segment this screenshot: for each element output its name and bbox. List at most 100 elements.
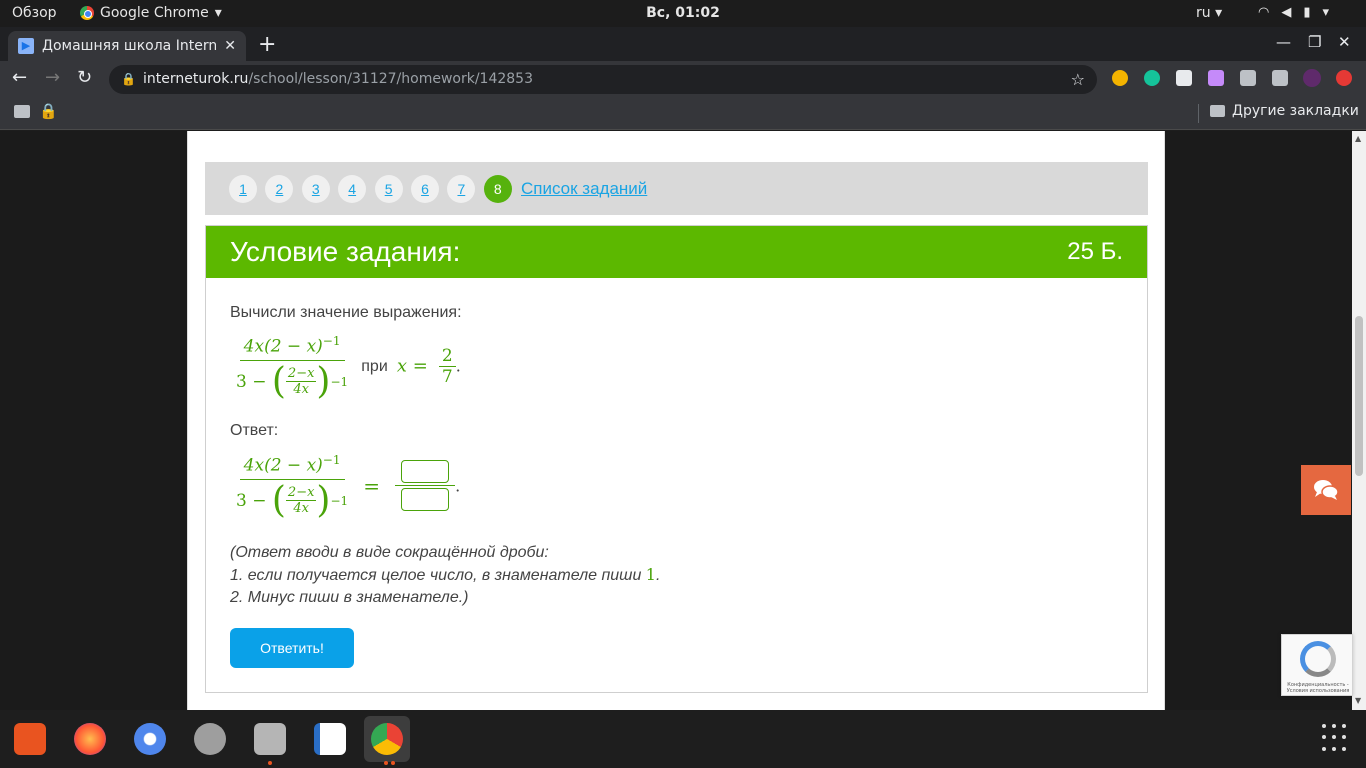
- folder-icon[interactable]: [14, 105, 30, 118]
- running-indicator: [268, 761, 272, 765]
- answer-period: .: [455, 476, 461, 496]
- chrome-launcher[interactable]: [364, 716, 410, 762]
- recaptcha-badge[interactable]: Конфиденциальность - Условия использован…: [1281, 634, 1353, 696]
- url-path: /school/lesson/31127/homework/142853: [248, 71, 533, 87]
- task-number-1[interactable]: 1: [229, 175, 257, 203]
- paren-open: (: [271, 479, 286, 521]
- chrome-icon: [371, 723, 403, 755]
- folder-icon: [1210, 105, 1225, 117]
- task-number-5[interactable]: 5: [374, 175, 403, 203]
- task-number-4[interactable]: 4: [338, 175, 367, 203]
- task-card: Условие задания: 25 Б. Вычисли значение …: [205, 225, 1148, 693]
- answer-numerator-exponent: −1: [322, 453, 341, 467]
- answer-numerator: 4x(2 − x)−1: [239, 453, 345, 480]
- variable-equals: x =: [396, 355, 428, 377]
- close-window-icon[interactable]: ✕: [1338, 33, 1351, 51]
- paren-close: ): [316, 360, 331, 402]
- submit-answer-button[interactable]: Ответить!: [230, 628, 354, 668]
- answer-fraction-bar: [395, 485, 456, 487]
- bookmark-star-icon[interactable]: ☆: [1071, 65, 1085, 94]
- paren-open: (: [271, 360, 286, 402]
- task-list-link[interactable]: Список заданий: [521, 179, 647, 199]
- task-header: Условие задания: 25 Б.: [206, 226, 1147, 278]
- extensions-puzzle-icon[interactable]: [1240, 70, 1256, 86]
- grammarly-extension-icon[interactable]: [1144, 70, 1160, 86]
- files-icon: [254, 723, 286, 755]
- bookmarks-divider: [1198, 104, 1199, 123]
- files-launcher[interactable]: [247, 716, 293, 762]
- expression-fraction: 4x(2 − x)−1 3 − ( 2−x 4x ) −1: [232, 334, 352, 400]
- hint-period: .: [655, 567, 661, 584]
- forward-icon[interactable]: →: [45, 67, 60, 88]
- task-number-3[interactable]: 3: [301, 175, 330, 203]
- settings-launcher[interactable]: [187, 716, 233, 762]
- battery-icon: ▮: [1303, 5, 1311, 20]
- other-bookmarks-label: Другие закладки: [1232, 103, 1359, 119]
- maximize-icon[interactable]: ❐: [1308, 33, 1321, 51]
- scroll-up-icon[interactable]: ▲: [1355, 134, 1361, 143]
- camera-extension-icon[interactable]: [1208, 70, 1224, 86]
- answer-inner-fraction: 2−x 4x: [285, 485, 317, 517]
- profile-avatar[interactable]: [1303, 69, 1321, 87]
- inner-fraction: 2−x 4x: [285, 366, 317, 398]
- task-number-7[interactable]: 7: [447, 175, 476, 203]
- browser-toolbar: ← → ↻ 🔒 interneturok.ru/school/lesson/31…: [0, 61, 1366, 97]
- expression-period: .: [455, 356, 461, 376]
- task-points: 25 Б.: [1067, 238, 1123, 265]
- answer-label: Ответ:: [230, 422, 279, 439]
- scroll-down-icon[interactable]: ▼: [1355, 696, 1361, 705]
- dock: [0, 710, 1366, 768]
- firefox-launcher[interactable]: [67, 716, 113, 762]
- answer-denominator-input[interactable]: [401, 488, 450, 512]
- answer-denominator-lead: 3 −: [236, 490, 267, 511]
- scrollbar-thumb[interactable]: [1355, 316, 1363, 476]
- other-bookmarks[interactable]: Другие закладки: [1210, 103, 1359, 119]
- task-heading: Условие задания:: [230, 236, 461, 267]
- reload-icon[interactable]: ↻: [77, 67, 92, 88]
- system-tray[interactable]: ◠ ◀ ▮ ▾: [1258, 5, 1329, 20]
- answer-fraction-inputs: [395, 458, 456, 513]
- chat-button[interactable]: [1301, 465, 1351, 515]
- answer-inner-denominator: 4x: [293, 501, 309, 517]
- answer-expression: 4x(2 − x)−1 3 − ( 2−x 4x ) −1 = .: [232, 453, 460, 519]
- language-indicator[interactable]: ru ▾: [1196, 5, 1222, 21]
- hint-line-2-text: 1. если получается целое число, в знамен…: [230, 567, 642, 584]
- lock-icon: 🔒: [121, 72, 136, 86]
- tab-strip: ▶ Домашняя школа Interne ✕ + — ❐ ✕: [0, 27, 1366, 61]
- close-tab-icon[interactable]: ✕: [224, 38, 236, 54]
- address-bar[interactable]: 🔒 interneturok.ru/school/lesson/31127/ho…: [109, 65, 1097, 94]
- answer-numerator-input[interactable]: [401, 460, 450, 484]
- inner-denominator: 4x: [293, 382, 309, 398]
- software-center-launcher[interactable]: [7, 716, 53, 762]
- task-number-8[interactable]: 8: [483, 175, 512, 203]
- new-tab-icon[interactable]: +: [258, 32, 276, 57]
- recaptcha-text: Конфиденциальность - Условия использован…: [1286, 682, 1350, 694]
- reading-list-icon[interactable]: [1272, 70, 1288, 86]
- running-indicator: [391, 761, 395, 765]
- expression-denominator: 3 − ( 2−x 4x ) −1: [232, 361, 352, 400]
- task-expression: 4x(2 − x)−1 3 − ( 2−x 4x ) −1 при x = 27.: [232, 334, 461, 400]
- inner-numerator: 2−x: [285, 366, 317, 383]
- show-applications-icon[interactable]: [1322, 724, 1350, 752]
- running-indicator: [384, 761, 388, 765]
- document-icon: [314, 723, 346, 755]
- task-number-6[interactable]: 6: [411, 175, 439, 203]
- task-number-2[interactable]: 2: [265, 175, 294, 203]
- minimize-icon[interactable]: —: [1276, 33, 1291, 51]
- software-center-icon: [14, 723, 46, 755]
- clock[interactable]: Вс, 01:02: [0, 5, 1366, 21]
- back-icon[interactable]: ←: [12, 67, 27, 88]
- answer-denominator-exponent: −1: [330, 493, 349, 508]
- homework-page: 1 2 3 4 5 6 7 8 Список заданий Условие задания: …: [187, 131, 1165, 710]
- gear-icon: [194, 723, 226, 755]
- writer-launcher[interactable]: [307, 716, 353, 762]
- update-icon[interactable]: [1336, 70, 1352, 86]
- media-extension-icon[interactable]: [1176, 70, 1192, 86]
- lock-bookmark-icon[interactable]: 🔒: [39, 102, 58, 120]
- emoji-extension-icon[interactable]: [1112, 70, 1128, 86]
- chromium-launcher[interactable]: [127, 716, 173, 762]
- page-scrollbar[interactable]: ▲ ▼: [1352, 131, 1366, 710]
- at-word: при: [361, 358, 388, 376]
- hint-line-1: (Ответ вводи в виде сокращённой дроби:: [230, 544, 549, 561]
- browser-tab[interactable]: ▶ Домашняя школа Interne ✕: [8, 31, 246, 61]
